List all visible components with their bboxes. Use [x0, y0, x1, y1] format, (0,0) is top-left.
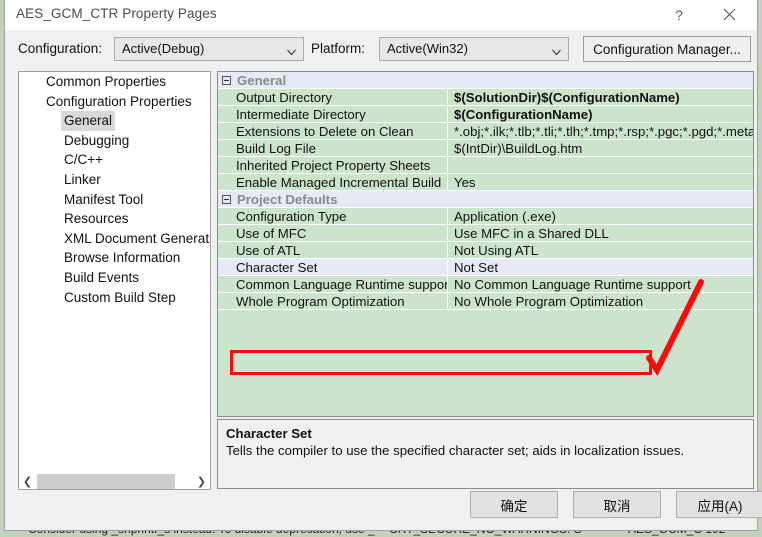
configuration-label: Configuration: — [18, 41, 103, 56]
property-row[interactable]: Intermediate Directory $(ConfigurationNam… — [218, 106, 753, 123]
property-row[interactable]: Character Set Not Set — [218, 259, 753, 276]
sidebar-item-linker[interactable]: Linker — [19, 170, 210, 190]
configuration-manager-label: Configuration Manager... — [593, 41, 741, 57]
property-grid[interactable]: General Output Directory $(SolutionDir)$(C… — [217, 71, 754, 417]
chevron-down-icon — [287, 45, 296, 56]
description-text: Tells the compiler to use the specified … — [226, 443, 685, 458]
sidebar-item-label: C/C++ — [64, 152, 104, 168]
property-name: Character Set — [218, 259, 448, 276]
property-grid-content: General Output Directory $(SolutionDir)$(C… — [218, 72, 753, 310]
sidebar-item-custom-build-step[interactable]: Custom Build Step — [19, 288, 210, 308]
description-panel: Character Set Tells the compiler to use … — [217, 419, 754, 489]
sidebar-item-browse-information[interactable]: Browse Information — [19, 248, 210, 268]
cancel-button[interactable]: 取消 — [573, 491, 661, 518]
sidebar-item-label: Build Events — [64, 269, 140, 285]
apply-label: 应用(A) — [697, 498, 743, 514]
sidebar-item-label: Configuration Properties — [46, 93, 192, 109]
sidebar-item-label: Common Properties — [46, 74, 167, 89]
property-value[interactable]: $(SolutionDir)$(ConfigurationName) — [448, 89, 753, 106]
properties-tree[interactable]: Common Properties Configuration Propertie… — [18, 71, 211, 490]
property-value[interactable] — [448, 157, 753, 174]
property-name: Build Log File — [218, 140, 448, 157]
sidebar-item-c-c[interactable]: C/C++ — [19, 150, 210, 170]
property-value[interactable]: Application (.exe) — [448, 208, 753, 225]
property-row[interactable]: Use of ATL Not Using ATL — [218, 242, 753, 259]
property-name: Common Language Runtime suppor — [218, 276, 448, 293]
property-row[interactable]: Extensions to Delete on Clean *.obj;*.ilk… — [218, 123, 753, 140]
property-name: Enable Managed Incremental Build — [218, 174, 448, 191]
collapse-icon[interactable] — [222, 194, 231, 204]
property-name: Use of ATL — [218, 242, 448, 259]
property-name: Extensions to Delete on Clean — [218, 123, 448, 140]
property-value[interactable]: Not Set — [448, 259, 753, 276]
configuration-toolbar: Configuration: Active(Debug) Platform: A… — [5, 30, 757, 67]
property-value[interactable]: Use MFC in a Shared DLL — [448, 225, 753, 242]
description-title: Character Set — [226, 426, 312, 441]
sidebar-item-build-events[interactable]: Build Events — [19, 268, 210, 288]
window-title: AES_GCM_CTR Property Pages — [16, 6, 217, 21]
sidebar-item-xml-document-generat[interactable]: XML Document Generat — [19, 229, 210, 249]
platform-select[interactable]: Active(Win32) — [379, 37, 569, 61]
grid-category-project-defaults[interactable]: Project Defaults — [218, 191, 753, 208]
sidebar-item-debugging[interactable]: Debugging — [19, 131, 210, 151]
platform-select-value: Active(Win32) — [387, 41, 468, 56]
cancel-label: 取消 — [603, 498, 631, 514]
dialog-footer: 确定 取消 应用(A) — [5, 482, 762, 530]
property-name: Output Directory — [218, 89, 448, 106]
tree-item-list: Common Properties Configuration Propertie… — [19, 72, 210, 307]
property-row[interactable]: Build Log File $(IntDir)\BuildLog.htm — [218, 140, 753, 157]
property-row[interactable]: Whole Program Optimization No Whole Progr… — [218, 293, 753, 310]
property-grid-empty-area — [218, 310, 753, 416]
sidebar-item-label: Browse Information — [64, 250, 181, 266]
property-name: Configuration Type — [218, 208, 448, 225]
property-value[interactable]: Yes — [448, 174, 753, 191]
help-glyph: ? — [675, 6, 683, 23]
sidebar-item-general[interactable]: General — [19, 111, 210, 131]
ok-button[interactable]: 确定 — [470, 491, 558, 518]
property-name: Use of MFC — [218, 225, 448, 242]
sidebar-item-label: Debugging — [64, 132, 130, 148]
close-icon[interactable] — [707, 0, 751, 29]
title-bar: AES_GCM_CTR Property Pages ? — [5, 0, 757, 30]
sidebar-item-configuration-properties[interactable]: Configuration Properties — [19, 92, 210, 112]
property-row[interactable]: Enable Managed Incremental Build Yes — [218, 174, 753, 191]
configuration-select[interactable]: Active(Debug) — [114, 37, 304, 61]
property-row[interactable]: Use of MFC Use MFC in a Shared DLL — [218, 225, 753, 242]
sidebar-item-label: Custom Build Step — [64, 289, 176, 305]
grid-category-label: Project Defaults — [237, 191, 338, 207]
property-row[interactable]: Output Directory $(SolutionDir)$(Configur… — [218, 89, 753, 106]
property-value[interactable]: $(IntDir)\BuildLog.htm — [448, 140, 753, 157]
property-row[interactable]: Inherited Project Property Sheets — [218, 157, 753, 174]
apply-button[interactable]: 应用(A) — [676, 491, 762, 518]
sidebar-item-resources[interactable]: Resources — [19, 209, 210, 229]
sidebar-item-label: Manifest Tool — [64, 191, 144, 207]
property-value[interactable]: $(ConfigurationName) — [448, 106, 753, 123]
property-name: Inherited Project Property Sheets — [218, 157, 448, 174]
property-value[interactable]: Not Using ATL — [448, 242, 753, 259]
property-name: Whole Program Optimization — [218, 293, 448, 310]
property-row[interactable]: Configuration Type Application (.exe) — [218, 208, 753, 225]
sidebar-item-common-properties[interactable]: Common Properties — [19, 72, 210, 92]
configuration-select-value: Active(Debug) — [122, 41, 205, 56]
property-value[interactable]: No Common Language Runtime support — [448, 276, 753, 293]
grid-category-label: General — [237, 72, 287, 88]
sidebar-item-label: Linker — [64, 171, 101, 187]
dialog-body: Common Properties Configuration Propertie… — [5, 67, 757, 490]
grid-category-general[interactable]: General — [218, 72, 753, 89]
ok-label: 确定 — [500, 498, 528, 514]
property-value[interactable]: No Whole Program Optimization — [448, 293, 753, 310]
help-icon[interactable]: ? — [657, 0, 701, 29]
platform-label: Platform: — [311, 41, 366, 56]
configuration-manager-button[interactable]: Configuration Manager... — [583, 36, 751, 62]
property-row[interactable]: Common Language Runtime suppor No Common … — [218, 276, 753, 293]
sidebar-item-label: Resources — [64, 211, 129, 227]
chevron-down-icon — [552, 45, 561, 56]
sidebar-item-label: XML Document Generat — [64, 230, 210, 246]
property-name: Intermediate Directory — [218, 106, 448, 123]
collapse-icon[interactable] — [222, 75, 231, 85]
property-value[interactable]: *.obj;*.ilk;*.tlb;*.tli;*.tlh;*.tmp;*.rs… — [448, 123, 753, 140]
sidebar-item-label: General — [61, 111, 116, 131]
sidebar-item-manifest-tool[interactable]: Manifest Tool — [19, 190, 210, 210]
property-pages-dialog: AES_GCM_CTR Property Pages ? Configurati… — [4, 0, 762, 531]
